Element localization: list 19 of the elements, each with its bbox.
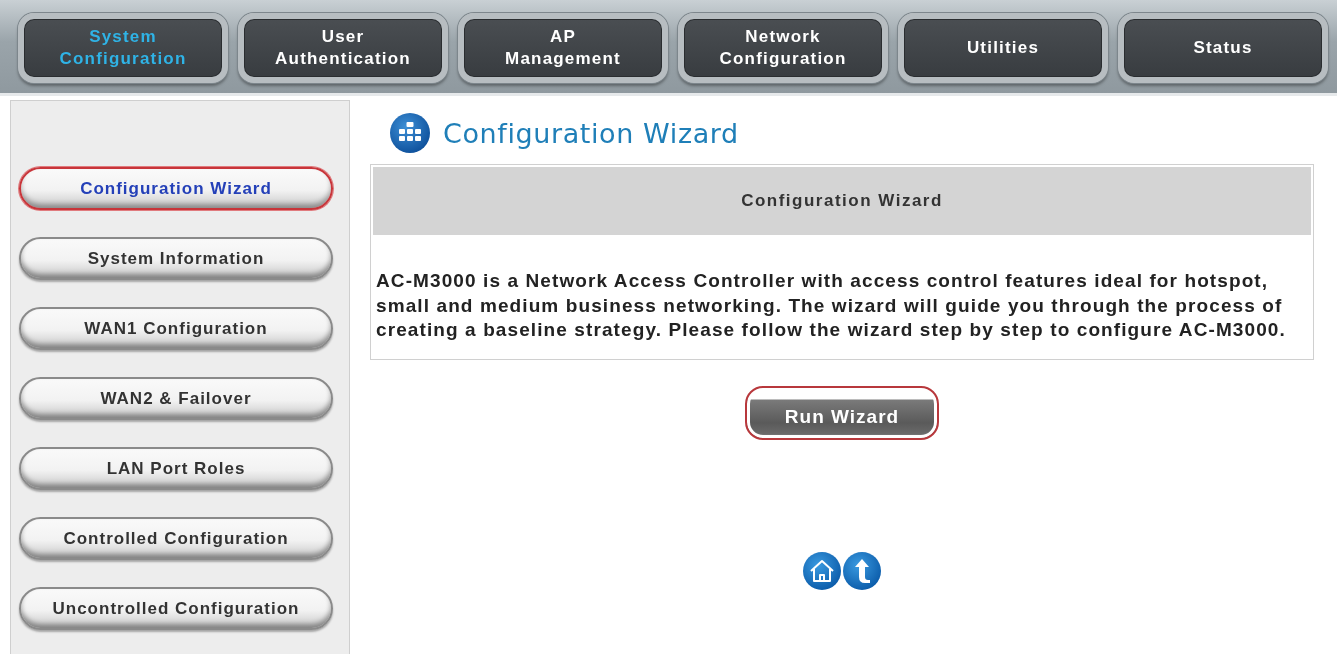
nav-tab[interactable]: Network Configuration <box>678 13 888 83</box>
sidebar-item[interactable]: System Information <box>19 237 333 280</box>
page-title: Configuration Wizard <box>443 117 739 149</box>
nav-tab[interactable]: AP Management <box>458 13 668 83</box>
sidebar-item[interactable]: Uncontrolled Configuration <box>19 587 333 630</box>
panel-header: Configuration Wizard <box>373 167 1311 235</box>
nav-tab[interactable]: Status <box>1118 13 1328 83</box>
nav-tab[interactable]: System Configuration <box>18 13 228 83</box>
run-wizard-button[interactable]: Run Wizard <box>745 385 939 440</box>
sidebar-item[interactable]: Configuration Wizard <box>19 167 333 210</box>
home-icon[interactable] <box>803 551 841 590</box>
sidebar-item[interactable]: LAN Port Roles <box>19 447 333 490</box>
sidebar-item[interactable]: Controlled Configuration <box>19 517 333 560</box>
nav-tab[interactable]: User Authentication <box>238 13 448 83</box>
description-text: AC-M3000 is a Network Access Controller with access control features ideal for hotspot, small and medium business networking. The wizard will guide you through the process of creating a baseline strategy. Please follow the wizard step by step to configure AC-M3000. <box>375 269 1287 342</box>
sidebar-item[interactable]: WAN2 & Failover <box>19 377 333 420</box>
nav-tab[interactable]: Utilities <box>898 13 1108 83</box>
sidebar-item[interactable]: WAN1 Configuration <box>19 307 333 350</box>
grid-icon <box>390 113 430 153</box>
